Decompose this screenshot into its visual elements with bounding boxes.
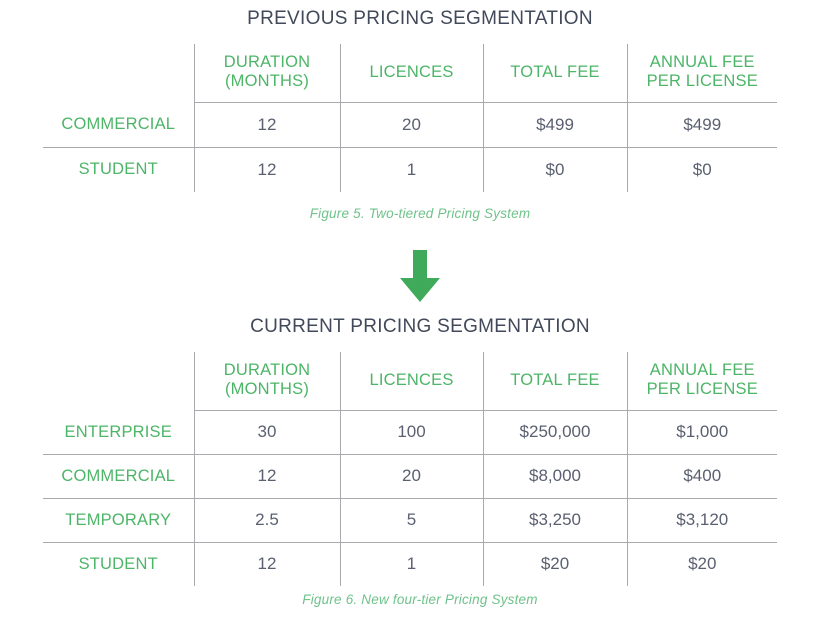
cell-annual-fee-per-license: $400 — [626, 454, 777, 499]
header-licences: LICENCES — [339, 44, 483, 103]
cell-duration: 12 — [193, 147, 340, 192]
header-annual-fee-line1: ANNUAL FEE — [649, 53, 755, 71]
cell-licences: 100 — [339, 410, 483, 455]
cell-total-fee: $3,250 — [482, 498, 627, 543]
cell-licences: 1 — [339, 542, 483, 586]
cell-duration: 12 — [193, 454, 340, 499]
cell-annual-fee-per-license: $0 — [626, 147, 777, 192]
cell-annual-fee-per-license: $499 — [626, 102, 777, 148]
header-duration-line2: (MONTHS) — [224, 72, 310, 91]
cell-duration: 2.5 — [193, 498, 340, 543]
current-table-header: DURATION (MONTHS) LICENCES TOTAL FEE ANN… — [43, 352, 777, 411]
row-label-commercial: COMMERCIAL — [43, 102, 194, 148]
table-header-row: DURATION (MONTHS) LICENCES TOTAL FEE ANN… — [43, 44, 777, 103]
row-label-student: STUDENT — [78, 160, 158, 179]
header-annual-fee: ANNUAL FEE PER LICENSE — [626, 44, 777, 103]
previous-pricing-table: DURATION (MONTHS) LICENCES TOTAL FEE ANN… — [43, 44, 777, 192]
current-pricing-table: DURATION (MONTHS) LICENCES TOTAL FEE ANN… — [43, 352, 777, 586]
header-total-fee: TOTAL FEE — [482, 352, 627, 411]
cell-total-fee: $20 — [482, 542, 627, 586]
header-duration: DURATION (MONTHS) — [193, 352, 340, 411]
table-row: COMMERCIAL 12 20 $499 $499 — [43, 102, 777, 148]
header-duration: DURATION (MONTHS) — [193, 44, 340, 103]
cell-annual-fee-per-license: $1,000 — [626, 410, 777, 455]
table-row: STUDENT 12 1 $0 $0 — [43, 147, 777, 192]
figure-6-caption: Figure 6. New four-tier Pricing System — [302, 592, 538, 607]
cell-licences: 20 — [339, 454, 483, 499]
cell-licences: 5 — [339, 498, 483, 543]
header-corner-cell — [43, 44, 194, 102]
figure-5-caption: Figure 5. Two-tiered Pricing System — [309, 206, 531, 221]
cell-total-fee: $8,000 — [482, 454, 627, 499]
header-licences: LICENCES — [339, 352, 483, 411]
cell-licences: 20 — [339, 102, 483, 148]
header-duration-line2: (MONTHS) — [224, 380, 310, 399]
header-total-fee-line1: TOTAL FEE — [510, 370, 600, 389]
header-annual-fee: ANNUAL FEE PER LICENSE — [626, 352, 777, 411]
header-total-fee: TOTAL FEE — [482, 44, 627, 103]
table-row: TEMPORARY 2.5 5 $3,250 $3,120 — [43, 498, 777, 543]
cell-annual-fee-per-license: $3,120 — [626, 498, 777, 543]
cell-duration: 12 — [193, 102, 340, 148]
header-licences-line1: LICENCES — [369, 62, 454, 81]
header-annual-fee-line1: ANNUAL FEE — [649, 361, 755, 379]
row-label-commercial: COMMERCIAL — [43, 454, 194, 499]
pricing-comparison-figure: PREVIOUS PRICING SEGMENTATION DURATION (… — [0, 0, 840, 633]
cell-total-fee: $499 — [482, 102, 627, 148]
row-label-enterprise: ENTERPRISE — [43, 410, 194, 455]
header-corner-cell — [43, 352, 194, 410]
header-annual-fee-line2: PER LICENSE — [646, 72, 758, 91]
current-pricing-title: CURRENT PRICING SEGMENTATION — [250, 316, 590, 337]
header-total-fee-line1: TOTAL FEE — [510, 62, 600, 81]
header-licences-line1: LICENCES — [369, 370, 454, 389]
cell-licences: 1 — [339, 147, 483, 192]
cell-duration: 30 — [193, 410, 340, 455]
cell-total-fee: $0 — [482, 147, 627, 192]
table-header-row: DURATION (MONTHS) LICENCES TOTAL FEE ANN… — [43, 352, 777, 411]
header-annual-fee-line2: PER LICENSE — [646, 380, 758, 399]
cell-total-fee: $250,000 — [482, 410, 627, 455]
cell-duration: 12 — [193, 542, 340, 586]
previous-pricing-title: PREVIOUS PRICING SEGMENTATION — [247, 8, 593, 29]
table-row: STUDENT 12 1 $20 $20 — [43, 542, 777, 586]
header-duration-line1: DURATION — [223, 53, 311, 71]
arrow-down-icon — [400, 250, 440, 302]
current-table-body: ENTERPRISE 30 100 $250,000 $1,000 COMMER… — [43, 410, 777, 586]
previous-table-header: DURATION (MONTHS) LICENCES TOTAL FEE ANN… — [43, 44, 777, 103]
previous-table-body: COMMERCIAL 12 20 $499 $499 STUDENT 12 1 … — [43, 102, 777, 192]
table-row: COMMERCIAL 12 20 $8,000 $400 — [43, 454, 777, 499]
cell-annual-fee-per-license: $20 — [626, 542, 777, 586]
table-row: ENTERPRISE 30 100 $250,000 $1,000 — [43, 410, 777, 455]
header-duration-line1: DURATION — [223, 361, 311, 379]
row-label-student: STUDENT — [78, 554, 158, 573]
row-label-temporary: TEMPORARY — [43, 498, 194, 543]
